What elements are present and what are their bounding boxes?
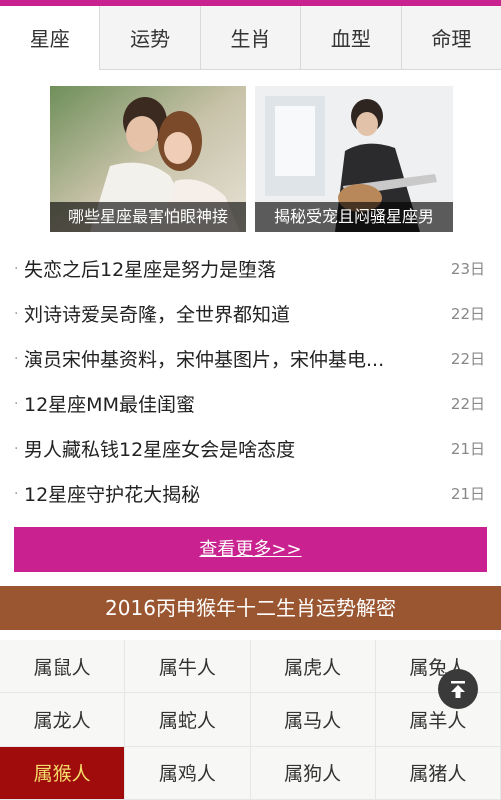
news-date: 21日 <box>450 440 485 458</box>
zodiac-item-pig[interactable]: 属猪人 <box>375 746 501 800</box>
tab-mingli[interactable]: 命理 <box>400 6 501 69</box>
tab-shengxiao[interactable]: 生肖 <box>199 6 300 69</box>
news-date: 22日 <box>450 350 485 368</box>
back-to-top-button[interactable] <box>438 669 478 709</box>
zodiac-item-tiger[interactable]: 属虎人 <box>250 640 376 694</box>
featured-card-1-caption: 哪些星座最害怕眼神接 <box>50 202 246 232</box>
news-title: 男人藏私钱12星座女会是啥态度 <box>24 439 296 461</box>
list-item[interactable]: · 男人藏私钱12星座女会是啥态度 21日 <box>0 426 501 471</box>
news-date: 22日 <box>450 395 485 413</box>
bullet-dot: · <box>14 350 19 367</box>
list-item[interactable]: · 刘诗诗爱吴奇隆，全世界都知道 22日 <box>0 291 501 336</box>
tab-xuexing[interactable]: 血型 <box>300 6 400 69</box>
category-tab-bar: 星座 运势 生肖 血型 命理 <box>0 6 501 70</box>
zodiac-item-horse[interactable]: 属马人 <box>250 693 376 747</box>
news-list: · 失恋之后12星座是努力是堕落 23日 · 刘诗诗爱吴奇隆，全世界都知道 22… <box>0 246 501 516</box>
featured-card-2-caption: 揭秘受宠且闷骚星座男 <box>255 202 453 232</box>
featured-card-2[interactable]: 揭秘受宠且闷骚星座男 <box>255 86 453 232</box>
list-item[interactable]: · 演员宋仲基资料，宋仲基图片，宋仲基电... 22日 <box>0 336 501 381</box>
news-title: 刘诗诗爱吴奇隆，全世界都知道 <box>24 304 291 326</box>
featured-card-1[interactable]: 哪些星座最害怕眼神接 <box>50 86 246 232</box>
bullet-dot: · <box>14 440 19 457</box>
list-item[interactable]: · 12星座守护花大揭秘 21日 <box>0 471 501 516</box>
bullet-dot: · <box>14 395 19 412</box>
zodiac-grid: 属鼠人 属牛人 属虎人 属兔人 属龙人 属蛇人 属马人 属羊人 属猴人 属鸡人 … <box>0 640 501 800</box>
bullet-dot: · <box>14 260 19 277</box>
news-date: 22日 <box>450 305 485 323</box>
zodiac-section-banner: 2016丙申猴年十二生肖运势解密 <box>0 586 501 630</box>
bullet-dot: · <box>14 305 19 322</box>
tab-yunshi[interactable]: 运势 <box>99 6 199 69</box>
bullet-dot: · <box>14 485 19 502</box>
zodiac-item-dog[interactable]: 属狗人 <box>250 746 376 800</box>
zodiac-item-dragon[interactable]: 属龙人 <box>0 693 126 747</box>
zodiac-item-rat[interactable]: 属鼠人 <box>0 640 126 694</box>
arrow-up-icon <box>451 681 465 698</box>
news-title: 12星座守护花大揭秘 <box>24 484 201 506</box>
list-item[interactable]: · 失恋之后12星座是努力是堕落 23日 <box>0 246 501 291</box>
list-item[interactable]: · 12星座MM最佳闺蜜 22日 <box>0 381 501 426</box>
news-date: 21日 <box>450 485 485 503</box>
news-date: 23日 <box>450 260 485 278</box>
news-title: 12星座MM最佳闺蜜 <box>24 394 195 416</box>
zodiac-item-rooster[interactable]: 属鸡人 <box>125 746 251 800</box>
zodiac-item-goat[interactable]: 属羊人 <box>375 693 501 747</box>
news-title: 演员宋仲基资料，宋仲基图片，宋仲基电... <box>24 349 385 371</box>
news-title: 失恋之后12星座是努力是堕落 <box>24 259 277 281</box>
zodiac-item-ox[interactable]: 属牛人 <box>125 640 251 694</box>
view-more-button[interactable]: 查看更多>> <box>14 527 487 572</box>
featured-cards: 哪些星座最害怕眼神接 揭秘受宠且闷骚星座男 <box>50 86 453 232</box>
tab-xingzuo[interactable]: 星座 <box>0 6 100 70</box>
zodiac-item-monkey[interactable]: 属猴人 <box>0 746 126 800</box>
zodiac-item-snake[interactable]: 属蛇人 <box>125 693 251 747</box>
